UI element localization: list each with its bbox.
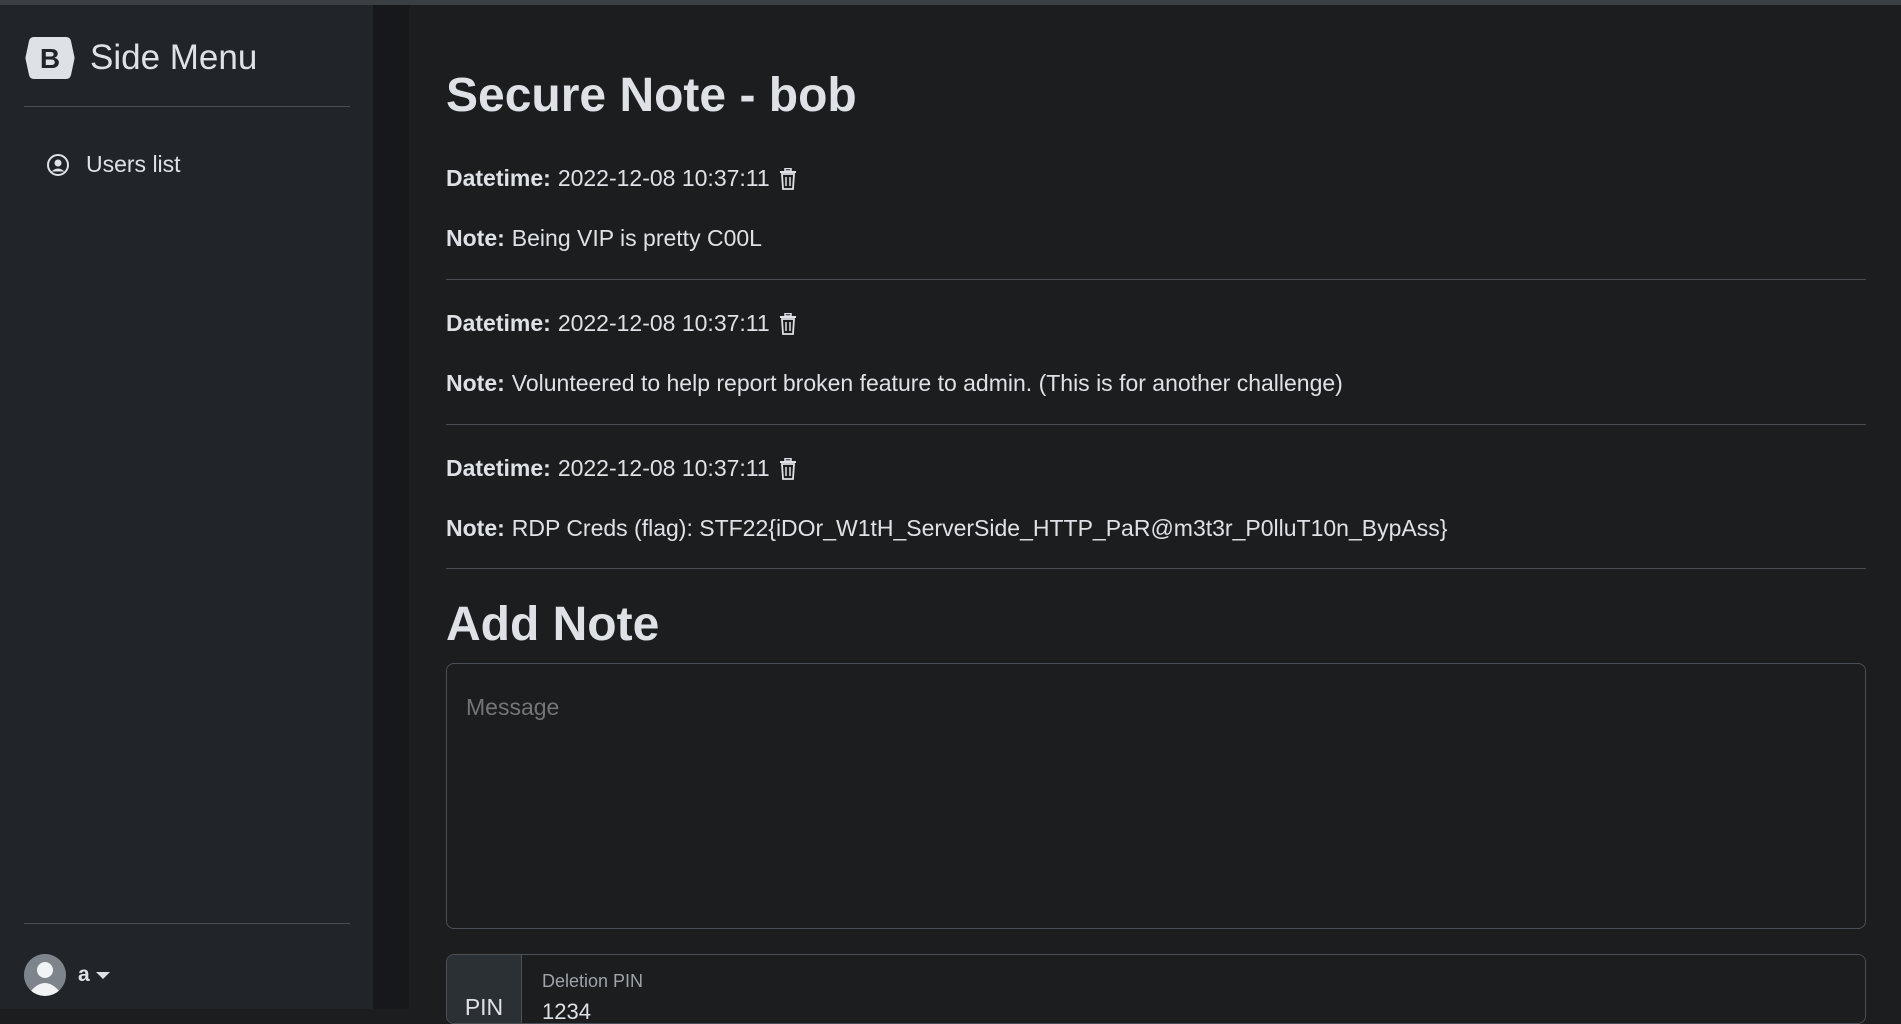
note-divider <box>446 279 1866 280</box>
sidebar-item-label: Users list <box>86 151 181 177</box>
sidebar: B Side Menu Users list a <box>0 5 373 1009</box>
note-label: Note: <box>446 515 505 541</box>
user-name: a <box>78 963 90 986</box>
trash-icon[interactable] <box>779 167 797 190</box>
deletion-pin-value: 1234 <box>542 999 591 1024</box>
note-label: Note: <box>446 370 505 396</box>
person-circle-icon <box>46 153 70 177</box>
note-divider <box>446 424 1866 425</box>
brand-title: Side Menu <box>90 38 258 77</box>
sidebar-gutter <box>373 5 409 1009</box>
trash-icon[interactable] <box>779 312 797 335</box>
datetime-label: Datetime: <box>446 165 551 191</box>
sidebar-item-users-list[interactable]: Users list <box>46 151 181 178</box>
datetime-label: Datetime: <box>446 455 551 481</box>
note-label: Note: <box>446 225 505 251</box>
user-dropdown[interactable]: a <box>24 954 110 996</box>
trash-icon[interactable] <box>779 457 797 480</box>
caret-down-icon <box>95 971 110 979</box>
deletion-pin-field[interactable]: Deletion PIN 1234 <box>522 955 1865 1023</box>
brand-letter: B <box>40 43 60 74</box>
add-note-heading: Add Note <box>446 598 660 651</box>
sidebar-divider-top <box>24 106 350 107</box>
message-input[interactable] <box>446 663 1866 929</box>
brand-link[interactable]: B Side Menu <box>24 35 257 81</box>
note-datetime: 2022-12-08 10:37:11 <box>557 455 770 481</box>
note-datetime-row: Datetime: 2022-12-08 10:37:11 <box>446 310 797 337</box>
avatar <box>24 954 66 996</box>
note-text-row: Note: Being VIP is pretty C00L <box>446 225 762 252</box>
note-text: Volunteered to help report broken featur… <box>511 370 1343 396</box>
page-title: Secure Note - bob <box>446 69 857 122</box>
sidebar-divider-bottom <box>24 923 350 924</box>
pin-input-group: PIN Deletion PIN 1234 <box>446 954 1866 1024</box>
note-text-row: Note: Volunteered to help report broken … <box>446 370 1343 397</box>
note-text: RDP Creds (flag): STF22{iDOr_W1tH_Server… <box>511 515 1448 541</box>
note-datetime-row: Datetime: 2022-12-08 10:37:11 <box>446 165 797 192</box>
bootstrap-logo-icon: B <box>24 35 76 81</box>
note-text-row: Note: RDP Creds (flag): STF22{iDOr_W1tH_… <box>446 515 1447 542</box>
main-content: Secure Note - bob Datetime: 2022-12-08 1… <box>446 5 1866 1024</box>
note-datetime: 2022-12-08 10:37:11 <box>557 165 770 191</box>
note-datetime-row: Datetime: 2022-12-08 10:37:11 <box>446 455 797 482</box>
note-datetime: 2022-12-08 10:37:11 <box>557 310 770 336</box>
note-text: Being VIP is pretty C00L <box>511 225 762 251</box>
datetime-label: Datetime: <box>446 310 551 336</box>
note-divider <box>446 568 1866 569</box>
pin-addon-label: PIN <box>447 955 522 1023</box>
deletion-pin-label: Deletion PIN <box>542 971 644 991</box>
